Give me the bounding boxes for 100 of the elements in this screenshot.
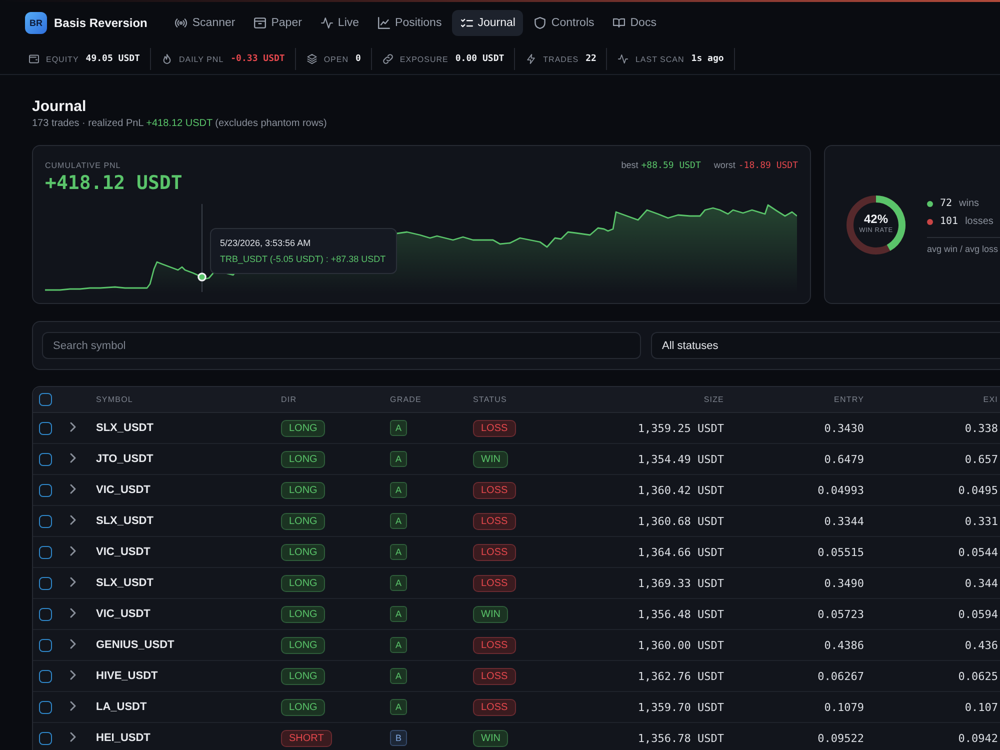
size-cell: 1,364.66 USDT	[638, 546, 724, 558]
size-cell: 1,360.00 USDT	[638, 638, 724, 652]
legend-count: 101	[940, 216, 958, 227]
nav-tab[interactable]: Paper	[245, 10, 310, 36]
link-icon	[382, 54, 393, 64]
stat-value: -0.33 USDT	[230, 54, 285, 64]
size-cell: 1,362.76 USDT	[638, 670, 724, 682]
symbol-cell: HIVE_USDT	[96, 670, 158, 682]
nav-tab[interactable]: Positions	[369, 10, 450, 36]
status-badge: LOSS	[473, 698, 516, 716]
row-checkbox[interactable]	[39, 700, 52, 714]
search-field[interactable]: Search symbol	[42, 332, 641, 359]
status-badge: WIN	[473, 450, 508, 468]
stat-value: 0.00 USDT	[455, 54, 504, 64]
column-header: GRADE	[390, 395, 422, 404]
status-badge: WIN	[473, 730, 508, 746]
size-cell: 1,359.25 USDT	[638, 422, 724, 434]
legend-count: 72	[940, 198, 952, 209]
symbol-cell: JTO_USDT	[96, 453, 154, 465]
row-checkbox[interactable]	[39, 576, 52, 590]
stat-value: 0	[356, 54, 361, 64]
chevron-icon[interactable]	[70, 732, 76, 742]
status-badge: LOSS	[473, 544, 516, 560]
book-icon	[613, 17, 626, 29]
row-checkbox[interactable]	[39, 608, 52, 620]
symbol-cell: SLX_USDT	[96, 422, 154, 434]
chevron-icon[interactable]	[70, 700, 76, 710]
chevron-icon[interactable]	[70, 452, 76, 462]
nav-tab[interactable]: Scanner	[166, 10, 244, 36]
tooltip-time: 5/23/2026, 3:53:56 AM	[220, 237, 312, 250]
row-checkbox[interactable]	[39, 670, 52, 682]
chevron-icon[interactable]	[70, 638, 76, 648]
grade-badge: A	[390, 451, 407, 467]
row-checkbox[interactable]	[39, 514, 52, 528]
chevron-icon[interactable]	[70, 546, 76, 556]
flame-icon	[162, 54, 172, 64]
grade-badge: A	[390, 575, 407, 591]
tooltip-detail: TRB_USDT (-5.05 USDT) : +87.38 USDT	[220, 253, 386, 266]
legend-label: wins	[959, 198, 980, 209]
nav-tab[interactable]: Live	[312, 10, 368, 36]
row-checkbox[interactable]	[39, 452, 52, 466]
nav-tab[interactable]: Journal	[452, 10, 524, 36]
chevron-icon[interactable]	[70, 484, 76, 494]
row-checkbox[interactable]	[39, 546, 52, 558]
column-header: DIR	[281, 395, 297, 404]
pnl-total: +418.12 USDT	[45, 171, 184, 195]
grade-badge: A	[390, 668, 407, 684]
win-rate-value: 42%	[864, 212, 888, 226]
row-checkbox[interactable]	[39, 484, 52, 496]
direction-badge: SHORT	[281, 730, 332, 746]
entry-cell: 0.3490	[824, 576, 864, 590]
entry-cell: 0.4386	[824, 638, 864, 652]
chevron-icon[interactable]	[70, 608, 76, 618]
symbol-cell: VIC_USDT	[96, 608, 150, 620]
grade-badge: A	[390, 544, 407, 560]
entry-cell: 0.1079	[824, 700, 864, 714]
app-logo[interactable]: BR	[25, 12, 47, 34]
chevron-icon[interactable]	[70, 576, 76, 586]
row-checkbox[interactable]	[39, 638, 52, 652]
nav-tab[interactable]: Docs	[604, 10, 664, 36]
symbol-cell: VIC_USDT	[96, 546, 150, 558]
direction-badge: LONG	[281, 698, 326, 716]
grade-badge: A	[390, 606, 407, 622]
page-title: Journal	[32, 98, 88, 116]
broadcast-icon	[175, 17, 188, 29]
row-checkbox[interactable]	[39, 422, 52, 434]
direction-badge: LONG	[281, 420, 326, 436]
grade-badge: B	[390, 730, 407, 746]
table-cell: 0.344	[964, 576, 998, 590]
stat-value: 22	[586, 54, 596, 64]
chevron-icon[interactable]	[70, 422, 76, 432]
stat-value: 49.05 USDT	[86, 54, 140, 64]
status-badge: WIN	[473, 606, 508, 622]
status-badge: LOSS	[473, 574, 516, 592]
entry-cell: 0.3344	[824, 514, 864, 528]
chevron-icon[interactable]	[70, 514, 76, 524]
symbol-cell: LA_USDT	[96, 701, 147, 713]
column-header: SIZE	[704, 395, 724, 404]
direction-badge: LONG	[281, 636, 326, 654]
entry-cell: 0.05515	[818, 546, 864, 558]
status-badge: LOSS	[473, 668, 516, 684]
symbol-cell: HEI_USDT	[96, 732, 150, 744]
select-all-checkbox[interactable]	[39, 393, 52, 406]
table-cell: 0.0942	[958, 732, 998, 744]
table-cell: 0.338	[964, 422, 998, 434]
checklist-icon	[460, 17, 473, 29]
grade-badge: A	[390, 699, 407, 715]
nav-tab[interactable]: Controls	[525, 10, 602, 36]
table-cell: 0.0625	[958, 670, 998, 682]
entry-cell: 0.6479	[824, 452, 864, 466]
table-cell: 0.436	[964, 638, 998, 652]
stat-label: TRADES	[543, 54, 579, 64]
size-cell: 1,359.70 USDT	[638, 700, 724, 714]
size-cell: 1,360.68 USDT	[638, 514, 724, 528]
row-checkbox[interactable]	[39, 732, 52, 744]
direction-badge: LONG	[281, 482, 326, 498]
donut-track	[846, 195, 906, 254]
status-select[interactable]: All statuses	[651, 332, 1000, 359]
extreme-label: worst	[714, 160, 736, 170]
chevron-icon[interactable]	[70, 670, 76, 680]
